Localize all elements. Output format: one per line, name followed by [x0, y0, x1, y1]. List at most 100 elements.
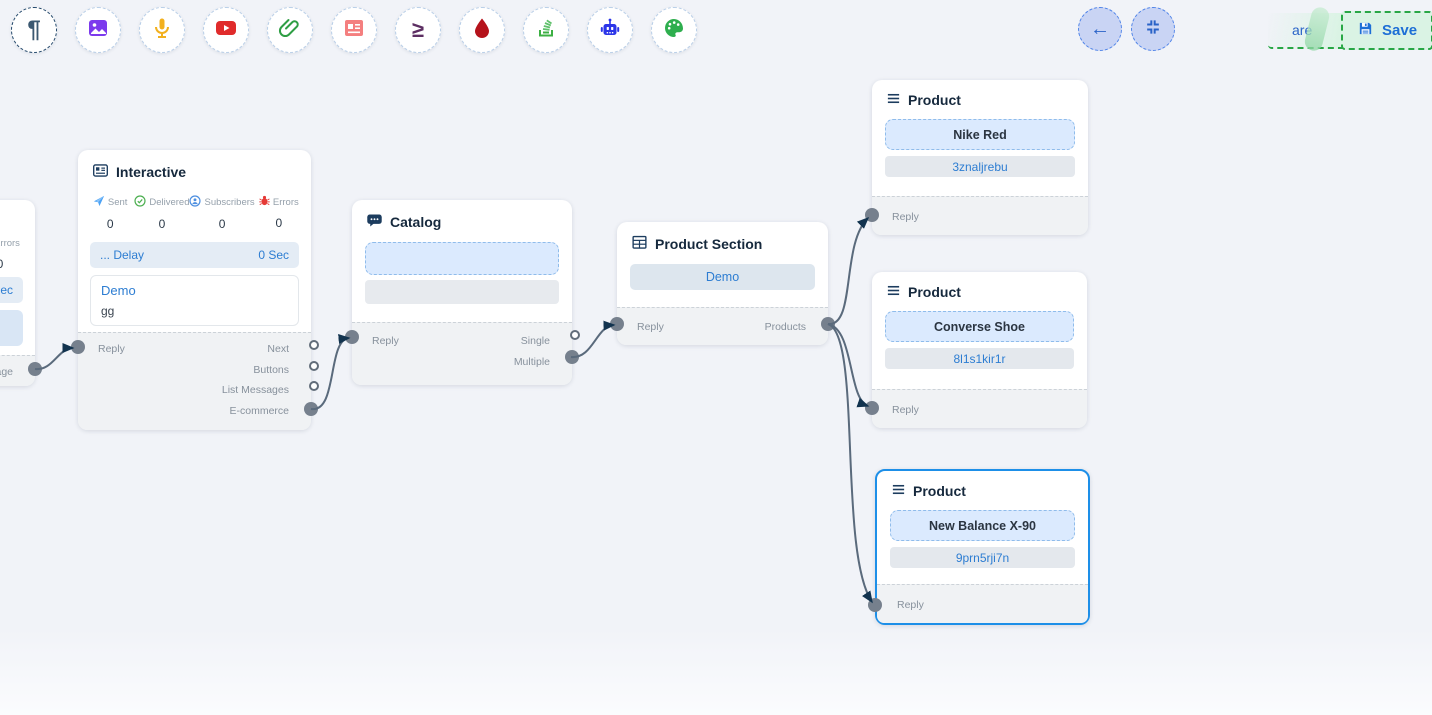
edge-products-to-product-1[interactable] [828, 218, 868, 324]
input-handle-reply[interactable] [865, 401, 879, 415]
node-title: Product Section [655, 236, 762, 252]
paper-plane-icon [93, 195, 105, 210]
node-footer: Reply Products [617, 307, 828, 345]
toolbar-item-template[interactable] [331, 7, 377, 53]
input-handle-reply[interactable] [610, 317, 624, 331]
input-handle-reply[interactable] [345, 330, 359, 344]
node-title: Interactive [116, 164, 186, 180]
node-footer: Reply [872, 196, 1088, 235]
node-interactive[interactable]: Interactive Sent 0 Delivered 0 [78, 150, 311, 430]
node-title: Catalog [390, 214, 441, 230]
output-handle-ecommerce[interactable] [304, 402, 318, 416]
node-catalog[interactable]: Catalog Reply Single Multiple [352, 200, 572, 385]
stat-value: 0 [189, 217, 254, 231]
toolbar-item-sequence[interactable] [523, 7, 569, 53]
product-name-box[interactable]: Converse Shoe [885, 311, 1074, 342]
palette-icon [662, 16, 686, 45]
delay-value: 0 Sec [258, 248, 289, 262]
stat-label: Delivered [149, 197, 189, 208]
stat-errors: Errors 0 [255, 195, 303, 231]
node-title-row: Interactive [78, 150, 311, 182]
output-handle-list-messages[interactable] [309, 381, 319, 391]
product-retailer-id-box[interactable]: 9prn5rji7n [890, 547, 1075, 568]
stat-value: 0 [255, 216, 303, 230]
stack-icon [534, 16, 558, 45]
node-footer: Reply [872, 389, 1087, 428]
toolbar-item-video[interactable] [203, 7, 249, 53]
back-button[interactable]: ← [1078, 7, 1122, 51]
node-title-row: Product [877, 471, 1088, 500]
news-card-icon [342, 16, 366, 45]
output-label-next: Next [267, 343, 311, 355]
toolbar-item-text[interactable]: ¶ [11, 7, 57, 53]
save-button[interactable]: Save [1341, 11, 1432, 50]
check-circle-icon [134, 195, 146, 210]
node-message-partial[interactable]: Errors 0 0 Sec Message [0, 200, 35, 386]
delay-label: ... Delay [100, 248, 144, 262]
edge-products-to-product-2[interactable] [828, 324, 868, 406]
product-name: New Balance X-90 [929, 519, 1036, 533]
catalog-body-input[interactable] [365, 242, 559, 275]
output-label-buttons: Buttons [253, 364, 311, 376]
delay-row[interactable]: 0 Sec [0, 277, 23, 303]
stat-delivered: Delivered 0 [134, 195, 189, 231]
compress-icon [1143, 17, 1163, 42]
hamburger-icon [886, 91, 901, 109]
toolbar-item-theme[interactable] [651, 7, 697, 53]
catalog-footer-input[interactable] [365, 280, 559, 304]
node-toolbar: ¶ ≥ [11, 7, 697, 53]
input-handle-reply[interactable] [865, 208, 879, 222]
output-handle-buttons[interactable] [309, 361, 319, 371]
fit-view-button[interactable] [1131, 7, 1175, 51]
section-name-box[interactable]: Demo [630, 264, 815, 290]
product-retailer-id: 3znaljrebu [952, 160, 1007, 174]
input-label-reply: Reply [352, 335, 399, 347]
toolbar-item-bot[interactable] [587, 7, 633, 53]
toolbar-item-file[interactable] [267, 7, 313, 53]
input-handle-reply[interactable] [868, 598, 882, 612]
share-swoosh-decoration [1303, 5, 1331, 52]
product-retailer-id-box[interactable]: 8l1s1kir1r [885, 348, 1074, 369]
input-label-reply: Reply [872, 211, 919, 223]
toolbar-item-drip[interactable] [459, 7, 505, 53]
stat-label: Sent [108, 197, 128, 208]
output-handle-single[interactable] [570, 330, 580, 340]
flow-canvas[interactable]: ¶ ≥ ← [0, 0, 1432, 715]
node-title-row: Product Section [617, 222, 828, 254]
output-handle-message[interactable] [28, 362, 42, 376]
product-name-box[interactable]: Nike Red [885, 119, 1075, 150]
node-product-1[interactable]: Product Nike Red 3znaljrebu Reply [872, 80, 1088, 235]
node-title-row: Catalog [352, 200, 572, 232]
water-drop-icon [470, 16, 494, 45]
toolbar-item-audio[interactable] [139, 7, 185, 53]
product-name-box[interactable]: New Balance X-90 [890, 510, 1075, 541]
input-handle-reply[interactable] [71, 340, 85, 354]
node-footer: Reply [877, 584, 1088, 623]
delay-row[interactable]: ... Delay 0 Sec [90, 242, 299, 268]
input-label-reply: Reply [877, 599, 924, 611]
message-content-box[interactable] [0, 310, 23, 346]
youtube-icon [214, 16, 238, 45]
output-handle-multiple[interactable] [565, 350, 579, 364]
node-product-section[interactable]: Product Section Demo Reply Products [617, 222, 828, 345]
bug-icon [259, 195, 270, 209]
toolbar-item-image[interactable] [75, 7, 121, 53]
output-handle-next[interactable] [309, 340, 319, 350]
product-name: Converse Shoe [934, 320, 1025, 334]
edge-products-to-product-3[interactable] [828, 324, 872, 602]
node-title-row: Product [872, 80, 1088, 109]
floppy-disk-icon [1357, 20, 1374, 41]
input-label-reply: Reply [617, 321, 664, 333]
toolbar-item-condition[interactable]: ≥ [395, 7, 441, 53]
stat-value: 0 [134, 217, 189, 231]
node-product-3[interactable]: Product New Balance X-90 9prn5rji7n Repl… [875, 469, 1090, 625]
node-product-2[interactable]: Product Converse Shoe 8l1s1kir1r Reply [872, 272, 1087, 428]
product-retailer-id-box[interactable]: 3znaljrebu [885, 156, 1075, 177]
output-handle-products[interactable] [821, 317, 835, 331]
message-content-box[interactable]: Demo gg [90, 275, 299, 326]
chat-bubble-icon [366, 212, 383, 232]
robot-icon [598, 16, 622, 45]
back-arrow-icon: ← [1090, 18, 1110, 41]
output-label-products: Products [765, 321, 828, 333]
input-label-reply: Reply [872, 404, 919, 416]
